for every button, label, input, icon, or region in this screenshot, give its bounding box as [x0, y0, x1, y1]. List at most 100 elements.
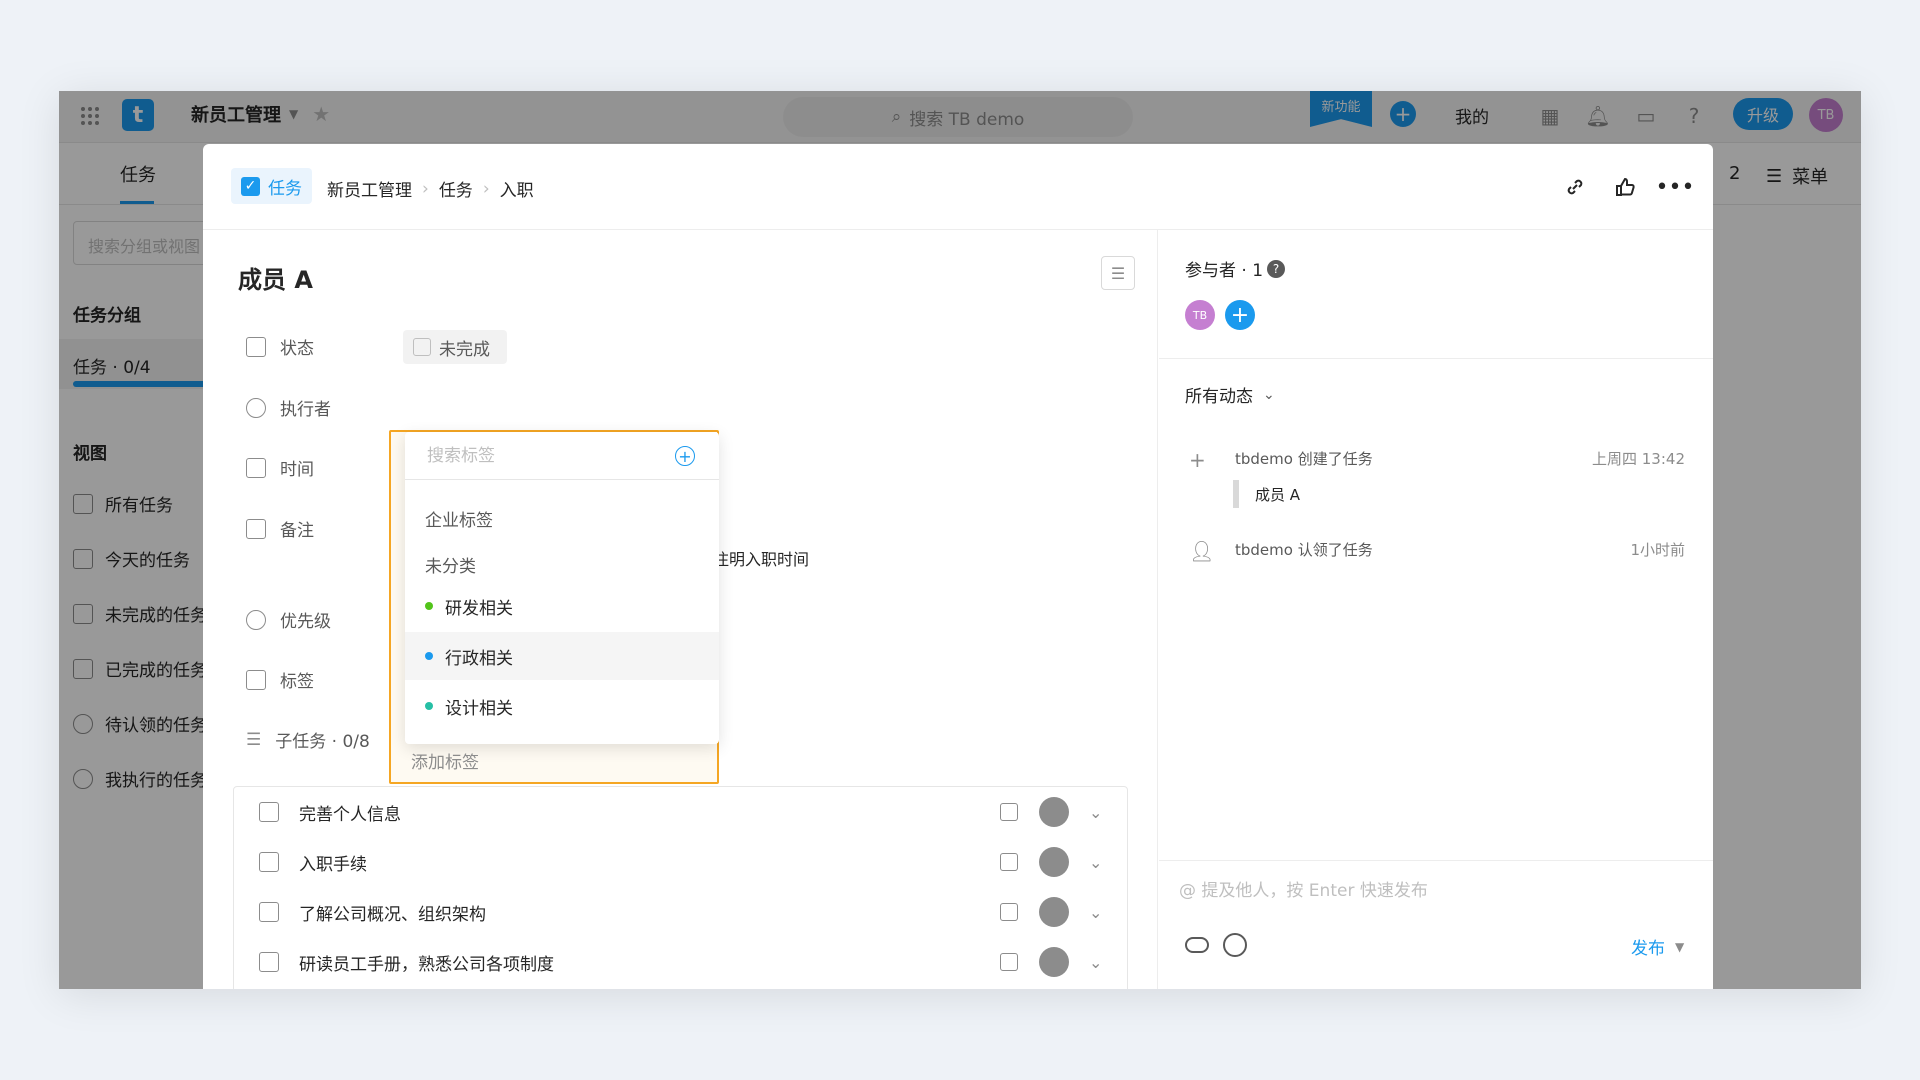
plus-icon: + — [1189, 448, 1206, 472]
tag-label: 设计相关 — [445, 698, 513, 719]
tag-dropdown-highlight: + 企业标签 未分类 研发相关 行政相关 设计相关 添加标签 — [389, 430, 719, 784]
activity-text: tbdemo 创建了任务 — [1235, 450, 1373, 468]
publish-label: 发布 — [1631, 939, 1665, 959]
field-label: 备注 — [280, 521, 314, 541]
field-label: 标签 — [280, 672, 314, 692]
calendar-icon — [246, 457, 266, 478]
app-window: t 新员工管理 ▼ ★ ⌕ 搜索 TB demo 新功能 + 我的 ▦ 🔔︎ ▭… — [59, 91, 1861, 989]
subtask-row[interactable]: 完善个人信息 ⌄ — [234, 787, 1127, 837]
breadcrumb-project[interactable]: 新员工管理 — [327, 176, 412, 201]
status-toggle[interactable]: 未完成 — [403, 330, 507, 364]
note-content[interactable]: 注明入职时间 — [713, 546, 809, 570]
tag-group-uncategorized[interactable]: 未分类 — [425, 552, 476, 577]
calendar-icon[interactable] — [1000, 953, 1018, 971]
field-tags: 标签 — [246, 667, 314, 692]
more-icon[interactable]: ••• — [1656, 173, 1695, 201]
tag-option-admin[interactable]: 行政相关 — [405, 632, 719, 680]
link-icon[interactable] — [1561, 173, 1589, 201]
task-title[interactable]: 成员 A — [238, 260, 313, 295]
participant-avatar[interactable]: TB — [1185, 300, 1215, 330]
user-icon: 👤︎ — [1189, 539, 1215, 563]
comment-input[interactable] — [1179, 881, 1679, 901]
checkbox[interactable] — [259, 952, 279, 972]
avatar-placeholder[interactable] — [1039, 847, 1069, 877]
tag-color-dot — [425, 652, 433, 660]
status-icon — [246, 336, 266, 357]
field-label: 执行者 — [280, 400, 331, 420]
attachment-icon[interactable] — [1185, 937, 1209, 953]
chevron-down-icon[interactable]: ⌄ — [1089, 853, 1102, 872]
tag-option-rd[interactable]: 研发相关 — [405, 582, 719, 630]
tag-group-enterprise[interactable]: 企业标签 — [425, 506, 493, 531]
tag-icon — [246, 669, 266, 690]
tag-option-design[interactable]: 设计相关 — [405, 682, 719, 730]
task-type-chip[interactable]: ✓ 任务 — [231, 168, 312, 204]
calendar-icon[interactable] — [1000, 903, 1018, 921]
caret-down-icon[interactable]: ▼ — [1675, 940, 1684, 954]
chevron-down-icon[interactable]: ⌄ — [1089, 903, 1102, 922]
user-icon — [246, 397, 266, 418]
close-icon[interactable]: ✕ — [1711, 173, 1713, 201]
avatar-placeholder[interactable] — [1039, 897, 1069, 927]
add-tag-icon[interactable]: + — [675, 446, 695, 466]
add-participant-button[interactable]: + — [1225, 300, 1255, 330]
subtask-row[interactable]: 入职手续 ⌄ — [234, 837, 1127, 887]
breadcrumb-tasks[interactable]: 任务 — [439, 176, 473, 201]
subtask-count: 子任务 · 0/8 — [275, 732, 370, 752]
activity-pane: 参与者 · 1 ? TB + 所有动态 ⌄ + tbdemo 创建了任务 上周四… — [1159, 230, 1713, 989]
task-detail-modal: ✓ 任务 新员工管理 › 任务 › 入职 ••• ✕ 成员 A ☰ 状态 — [203, 144, 1713, 989]
subtask-title[interactable]: 入职手续 — [299, 850, 367, 875]
subtask-list: 完善个人信息 ⌄ 入职手续 ⌄ 了解公司概况、组织架构 ⌄ 研读员工手册，熟悉公司各项… — [233, 786, 1128, 989]
tag-color-dot — [425, 602, 433, 610]
checkbox[interactable] — [259, 852, 279, 872]
checkbox-icon — [413, 338, 431, 356]
priority-icon — [246, 609, 266, 630]
add-tag-button[interactable]: 添加标签 — [411, 748, 479, 773]
chevron-down-icon[interactable]: ⌄ — [1089, 953, 1102, 972]
field-status: 状态 — [246, 334, 314, 359]
chevron-right-icon: › — [482, 178, 490, 199]
field-label: 时间 — [280, 460, 314, 480]
field-label: 优先级 — [280, 612, 331, 632]
tag-search-input[interactable] — [427, 446, 667, 466]
chevron-down-icon: ⌄ — [1263, 386, 1275, 403]
field-assignee: 执行者 — [246, 395, 331, 420]
modal-header: ✓ 任务 新员工管理 › 任务 › 入职 ••• ✕ — [203, 144, 1713, 230]
participants-label: 参与者 · 1 ? — [1185, 256, 1286, 281]
calendar-icon[interactable] — [1000, 853, 1018, 871]
layout-toggle-icon[interactable]: ☰ — [1101, 256, 1135, 290]
subtask-title[interactable]: 研读员工手册，熟悉公司各项制度 — [299, 950, 554, 975]
subtask-row[interactable]: 研读员工手册，熟悉公司各项制度 ⌄ — [234, 937, 1127, 987]
checkbox-checked-icon: ✓ — [241, 176, 260, 196]
breadcrumb-stage[interactable]: 入职 — [500, 176, 534, 201]
status-value: 未完成 — [439, 339, 490, 360]
tag-label: 研发相关 — [445, 598, 513, 619]
tag-picker-panel: + 企业标签 未分类 研发相关 行政相关 设计相关 — [405, 432, 719, 744]
activity-filter-dropdown[interactable]: 所有动态 ⌄ — [1185, 382, 1275, 408]
activity-filter-label: 所有动态 — [1185, 387, 1253, 407]
avatar-placeholder[interactable] — [1039, 947, 1069, 977]
field-priority: 优先级 — [246, 607, 331, 632]
checkbox[interactable] — [259, 802, 279, 822]
chevron-right-icon: › — [422, 178, 429, 199]
thumbs-up-icon[interactable] — [1611, 173, 1639, 201]
list-icon: ☰ — [246, 729, 262, 750]
chevron-down-icon[interactable]: ⌄ — [1089, 803, 1102, 822]
participants-text: 参与者 · 1 — [1185, 261, 1264, 281]
field-note: 备注 — [246, 516, 314, 541]
checkbox[interactable] — [259, 902, 279, 922]
calendar-icon[interactable] — [1000, 803, 1018, 821]
task-type-label: 任务 — [268, 178, 302, 199]
field-time: 时间 — [246, 455, 314, 480]
help-icon[interactable]: ? — [1267, 259, 1286, 278]
note-icon — [246, 518, 266, 539]
subtask-title[interactable]: 了解公司概况、组织架构 — [299, 900, 486, 925]
subtask-header[interactable]: ☰ 子任务 · 0/8 — [246, 727, 370, 753]
emoji-icon[interactable] — [1223, 933, 1247, 957]
publish-button[interactable]: 发布 ▼ — [1631, 934, 1684, 959]
avatar-placeholder[interactable] — [1039, 797, 1069, 827]
activity-quote: 成员 A — [1233, 480, 1300, 508]
tag-label: 行政相关 — [445, 648, 513, 669]
subtask-title[interactable]: 完善个人信息 — [299, 800, 401, 825]
subtask-row[interactable]: 了解公司概况、组织架构 ⌄ — [234, 887, 1127, 937]
